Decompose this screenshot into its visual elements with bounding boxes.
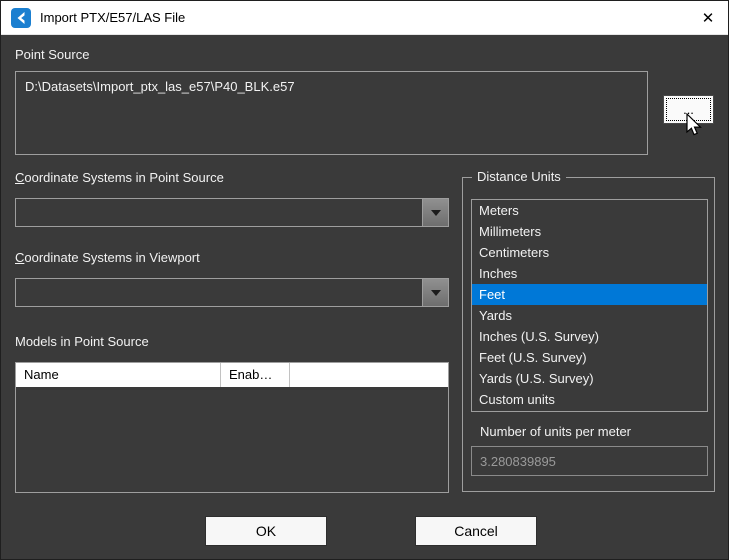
- coord-source-label-rest: oordinate Systems in Point Source: [24, 170, 223, 185]
- column-header-spacer: [290, 363, 448, 387]
- chevron-down-icon: [431, 210, 441, 216]
- coord-viewport-label-rest: oordinate Systems in Viewport: [24, 250, 199, 265]
- unit-item-centimeters[interactable]: Centimeters: [472, 242, 707, 263]
- coord-source-label-mnemonic: C: [15, 170, 24, 185]
- point-source-box[interactable]: D:\Datasets\Import_ptx_las_e57\P40_BLK.e…: [15, 71, 648, 155]
- ok-button[interactable]: OK: [205, 516, 327, 546]
- coord-viewport-dropdown-button[interactable]: [422, 279, 448, 306]
- unit-item-custom-units[interactable]: Custom units: [472, 389, 707, 410]
- coord-source-dropdown-button[interactable]: [422, 199, 448, 226]
- unit-item-millimeters[interactable]: Millimeters: [472, 221, 707, 242]
- coord-viewport-label: Coordinate Systems in Viewport: [15, 250, 200, 265]
- close-icon: ✕: [702, 9, 715, 27]
- point-source-label: Point Source: [15, 47, 89, 62]
- unit-item-feet-us-survey[interactable]: Feet (U.S. Survey): [472, 347, 707, 368]
- point-source-path: D:\Datasets\Import_ptx_las_e57\P40_BLK.e…: [16, 72, 647, 101]
- close-button[interactable]: ✕: [692, 3, 724, 33]
- cancel-button[interactable]: Cancel: [415, 516, 537, 546]
- distance-units-list[interactable]: Meters Millimeters Centimeters Inches Fe…: [471, 199, 708, 412]
- models-label: Models in Point Source: [15, 334, 149, 349]
- chevron-down-icon: [431, 290, 441, 296]
- unit-item-inches-us-survey[interactable]: Inches (U.S. Survey): [472, 326, 707, 347]
- coord-viewport-label-mnemonic: C: [15, 250, 24, 265]
- unit-item-yards[interactable]: Yards: [472, 305, 707, 326]
- coord-source-label: Coordinate Systems in Point Source: [15, 170, 224, 185]
- column-header-enabled[interactable]: Enab…: [221, 363, 290, 387]
- title-bar: Import PTX/E57/LAS File ✕: [1, 1, 728, 35]
- unit-item-feet-selected[interactable]: Feet: [472, 284, 707, 305]
- coord-source-combobox[interactable]: [15, 198, 449, 227]
- unit-item-inches[interactable]: Inches: [472, 263, 707, 284]
- import-dialog: Import PTX/E57/LAS File ✕ Point Source D…: [0, 0, 729, 560]
- units-per-meter-label: Number of units per meter: [480, 424, 631, 439]
- column-header-name[interactable]: Name: [16, 363, 221, 387]
- units-per-meter-input: [471, 446, 708, 476]
- app-icon: [11, 8, 31, 28]
- coord-viewport-combobox[interactable]: [15, 278, 449, 307]
- browse-button-label: ...: [683, 102, 694, 117]
- unit-item-yards-us-survey[interactable]: Yards (U.S. Survey): [472, 368, 707, 389]
- models-table[interactable]: Name Enab…: [15, 362, 449, 493]
- models-table-header: Name Enab…: [16, 363, 448, 387]
- distance-units-group-label: Distance Units: [472, 169, 566, 184]
- browse-button[interactable]: ...: [663, 95, 714, 124]
- window-title: Import PTX/E57/LAS File: [40, 10, 185, 25]
- distance-units-group: Distance Units Meters Millimeters Centim…: [462, 177, 715, 492]
- unit-item-meters[interactable]: Meters: [472, 200, 707, 221]
